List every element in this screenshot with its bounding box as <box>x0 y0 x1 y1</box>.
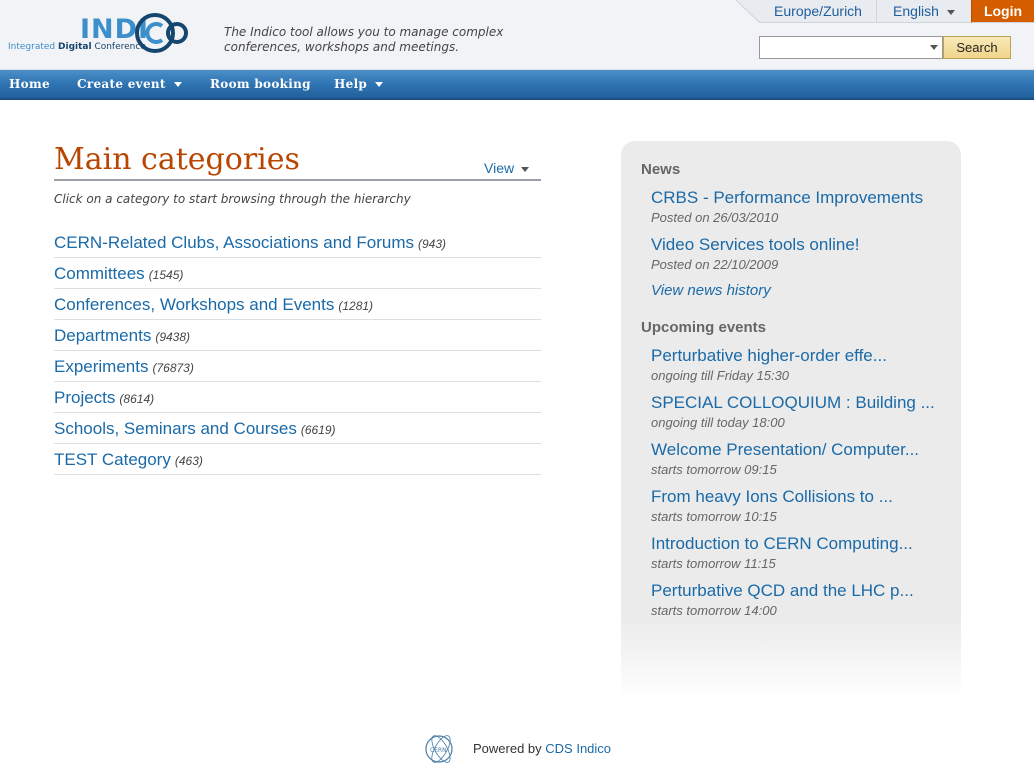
category-link[interactable]: Schools, Seminars and Courses <box>54 419 297 438</box>
search-options-icon[interactable] <box>930 45 938 50</box>
search-field <box>759 36 943 59</box>
page-header: INDI Integrated Digital Conference The I… <box>0 0 1034 70</box>
indico-logo[interactable]: INDI Integrated Digital Conference <box>8 12 200 60</box>
view-label: View <box>484 160 515 176</box>
powered-by-label: Powered by <box>473 741 542 756</box>
event-link[interactable]: Welcome Presentation/ Computer... <box>651 440 919 460</box>
event-link[interactable]: Perturbative higher-order effe... <box>651 346 887 366</box>
search-button[interactable]: Search <box>943 36 1011 59</box>
news-date: Posted on 22/10/2009 <box>651 257 779 272</box>
event-link[interactable]: Perturbative QCD and the LHC p... <box>651 581 914 601</box>
category-list: CERN-Related Clubs, Associations and For… <box>54 227 541 475</box>
event-link[interactable]: From heavy Ions Collisions to ... <box>651 487 893 507</box>
title-divider <box>54 179 541 181</box>
category-item: Committees (1545) <box>54 258 541 289</box>
category-link[interactable]: TEST Category <box>54 450 171 469</box>
news-date: Posted on 26/03/2010 <box>651 210 779 225</box>
category-link[interactable]: CERN-Related Clubs, Associations and For… <box>54 233 414 252</box>
login-button[interactable]: Login <box>971 0 1034 23</box>
nav-item-label: Help <box>334 77 368 91</box>
nav-item-create-event[interactable]: Create event <box>77 70 182 98</box>
event-link[interactable]: SPECIAL COLLOQUIUM : Building ... <box>651 393 935 413</box>
category-link[interactable]: Committees <box>54 264 145 283</box>
category-count: (76873) <box>152 361 194 375</box>
category-item: Conferences, Workshops and Events (1281) <box>54 289 541 320</box>
category-count: (1281) <box>338 299 374 313</box>
language-label: English <box>893 3 939 19</box>
category-count: (463) <box>174 454 203 468</box>
category-link[interactable]: Departments <box>54 326 151 345</box>
chevron-down-icon <box>375 82 384 87</box>
tagline: The Indico tool allows you to manage com… <box>224 25 504 54</box>
category-item: Schools, Seminars and Courses (6619) <box>54 413 541 444</box>
event-time: ongoing till Friday 15:30 <box>651 368 790 383</box>
event-time: starts tomorrow 10:15 <box>651 509 777 524</box>
event-time: starts tomorrow 14:00 <box>651 603 777 618</box>
news-history-link[interactable]: View news history <box>651 282 771 299</box>
category-item: Projects (8614) <box>54 382 541 413</box>
nav-item-help[interactable]: Help <box>334 70 384 98</box>
cds-indico-link[interactable]: CDS Indico <box>545 741 611 756</box>
view-options-link[interactable]: View <box>484 160 530 176</box>
category-item: Experiments (76873) <box>54 351 541 382</box>
nav-item-label: Home <box>9 77 50 91</box>
page-title: Main categories <box>54 142 300 177</box>
chevron-down-icon <box>946 9 955 15</box>
topbar-corner <box>736 0 760 23</box>
sidebar-panel: News CRBS - Performance Improvements Pos… <box>621 141 961 701</box>
category-item: CERN-Related Clubs, Associations and For… <box>54 227 541 258</box>
timezone-selector[interactable]: Europe/Zurich <box>760 0 876 23</box>
logo-subtitle: Integrated Digital Conference <box>8 42 146 52</box>
nav-item-home[interactable]: Home <box>9 70 50 98</box>
category-count: (9438) <box>155 330 191 344</box>
event-link[interactable]: Introduction to CERN Computing... <box>651 534 913 554</box>
top-bar: Europe/Zurich English Login <box>736 0 1034 23</box>
event-time: ongoing till today 18:00 <box>651 415 785 430</box>
category-count: (6619) <box>300 423 336 437</box>
nav-item-label: Create event <box>77 77 166 91</box>
cern-logo-icon: CERN <box>425 735 453 763</box>
category-count: (943) <box>417 237 446 251</box>
chevron-down-icon <box>521 166 530 172</box>
news-heading: News <box>641 161 681 178</box>
category-item: TEST Category (463) <box>54 444 541 475</box>
category-count: (8614) <box>119 392 155 406</box>
news-link[interactable]: Video Services tools online! <box>651 235 860 255</box>
category-link[interactable]: Experiments <box>54 357 148 376</box>
category-item: Departments (9438) <box>54 320 541 351</box>
event-time: starts tomorrow 09:15 <box>651 462 777 477</box>
category-hint: Click on a category to start browsing th… <box>54 192 411 206</box>
search-input[interactable] <box>760 37 920 58</box>
chevron-down-icon <box>173 82 182 87</box>
language-selector[interactable]: English <box>876 0 971 23</box>
nav-item-label: Room booking <box>210 77 311 91</box>
nav-item-room-booking[interactable]: Room booking <box>210 70 311 98</box>
category-count: (1545) <box>148 268 184 282</box>
category-link[interactable]: Conferences, Workshops and Events <box>54 295 334 314</box>
category-link[interactable]: Projects <box>54 388 115 407</box>
footer-powered-by: Powered by CDS Indico <box>473 741 611 756</box>
svg-text:CERN: CERN <box>430 747 447 754</box>
upcoming-events-heading: Upcoming events <box>641 319 767 336</box>
event-time: starts tomorrow 11:15 <box>651 556 776 571</box>
main-nav: Home Create event Room booking Help <box>0 70 1034 100</box>
news-link[interactable]: CRBS - Performance Improvements <box>651 188 923 208</box>
